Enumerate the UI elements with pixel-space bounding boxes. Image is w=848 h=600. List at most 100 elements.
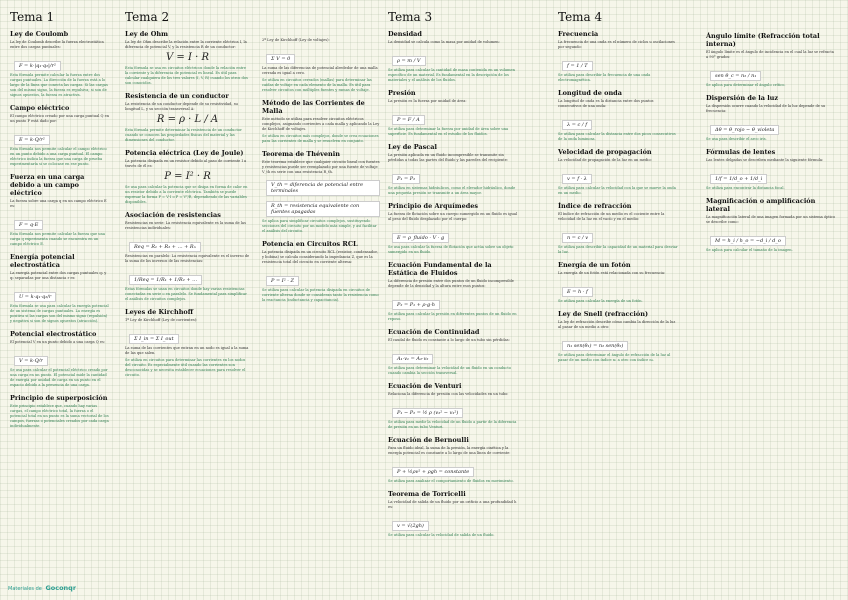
note: Se usa para calcular la potencia que se … bbox=[125, 185, 248, 204]
heading-mallas: Método de las Corrientes de Malla bbox=[262, 99, 365, 115]
text: La energía de un fotón está relacionada … bbox=[558, 271, 666, 275]
note: Se usa para calcular el potencial eléctr… bbox=[10, 368, 108, 387]
tema-2-title: Tema 2 bbox=[125, 10, 170, 24]
note: Se utiliza para calcular la energía de u… bbox=[558, 299, 643, 303]
formula: Σ V = 0 bbox=[266, 54, 296, 64]
note: Se utiliza para determinar la velocidad … bbox=[388, 366, 511, 375]
heading-energia-foton: Energía de un fotón bbox=[558, 261, 631, 269]
heading-dispersion: Dispersión de la luz bbox=[706, 94, 779, 102]
heading-venturi: Ecuación de Venturi bbox=[388, 382, 462, 390]
note: Se utiliza para calcular la cantidad de … bbox=[388, 68, 515, 82]
formula: V_th = diferencia de potencial entre ter… bbox=[266, 180, 380, 196]
heading-fuerza-campo: Fuerza en una carga debido a un campo el… bbox=[10, 173, 85, 197]
formula: Δθ = θ_rojo − θ_violeta bbox=[710, 125, 780, 135]
formula: v = √(2gh) bbox=[392, 521, 429, 531]
note: Se usa para calcular la fuerza de flotac… bbox=[388, 245, 514, 254]
note: Se utiliza para calcular la velocidad de… bbox=[388, 533, 495, 537]
formula: P = I² · R bbox=[164, 171, 211, 182]
formula: sen θ_c = n₂ / n₁ bbox=[710, 71, 762, 81]
text: El ángulo límite es el ángulo de inciden… bbox=[706, 50, 834, 59]
goconqr-logo[interactable]: Goconqr bbox=[45, 584, 76, 592]
note: Estas fórmulas se usan en circuitos dond… bbox=[125, 287, 247, 301]
formula: E = k·Q/r² bbox=[14, 135, 50, 145]
text: 1ª Ley de Kirchhoff (Ley de corrientes): bbox=[125, 318, 198, 322]
formula: R = ρ · L / A bbox=[156, 114, 219, 125]
heading-ley-snell: Ley de Snell (refracción) bbox=[558, 310, 649, 318]
note: Se utiliza para describir la capacidad d… bbox=[558, 245, 678, 254]
text: 2ª Ley de Kirchhoff (Ley de voltajes): bbox=[262, 38, 330, 42]
text: La ley de Coulomb describe la fuerza ele… bbox=[10, 40, 104, 49]
note: Se utiliza para determinar el ángulo de … bbox=[558, 353, 671, 362]
heading-potencia-joule: Potencia eléctrica (Ley de Joule) bbox=[125, 149, 244, 157]
formula: P₁ − P₂ = ½ ρ (v₂² − v₁²) bbox=[392, 408, 464, 418]
note: Esta fórmula permite determinar la resis… bbox=[125, 128, 242, 142]
heading-potencia-rcl: Potencia en Circuitos RCL bbox=[262, 240, 358, 248]
heading-bernoulli: Ecuación de Bernoulli bbox=[388, 436, 469, 444]
text: La ley de refracción describe cómo cambi… bbox=[558, 320, 676, 329]
text: La potencia disipada en un resistor debi… bbox=[125, 159, 247, 168]
note: Este principio establece que, cuando hay… bbox=[10, 404, 109, 428]
text: La resistencia de un conductor depende d… bbox=[125, 102, 238, 111]
tema-1-title: Tema 1 bbox=[10, 10, 55, 24]
text: La potencia disipada en un circuito RCL … bbox=[262, 250, 378, 264]
heading-presion: Presión bbox=[388, 89, 416, 97]
text: Resistencias en serie: La resistencia eq… bbox=[125, 221, 246, 230]
note: Se utiliza para medir la velocidad de un… bbox=[388, 420, 517, 429]
text: El campo eléctrico creado por una carga … bbox=[10, 114, 110, 123]
formula: ρ = m / V bbox=[392, 56, 426, 66]
heading-arquimedes: Principio de Arquímedes bbox=[388, 202, 479, 210]
formula: P = I² · Z bbox=[266, 276, 299, 286]
note: Esta fórmula permite calcular la fuerza … bbox=[10, 73, 108, 97]
formula: n = c / v bbox=[562, 233, 594, 243]
note: Se aplica para determinar el ángulo crít… bbox=[706, 83, 786, 87]
formula: v = f · λ bbox=[562, 174, 592, 184]
text: El potencial V en un punto debido a una … bbox=[10, 340, 106, 344]
formula: Req = R₁ + R₂ + … + Rₙ bbox=[129, 242, 201, 252]
formula: P = F / A bbox=[392, 115, 425, 125]
column-tema-3: Tema 3 Densidad La densidad se calcula c… bbox=[388, 10, 518, 541]
heading-ley-coulomb: Ley de Coulomb bbox=[10, 30, 69, 38]
note: Se utiliza en circuitos para determinar … bbox=[125, 358, 246, 377]
heading-thevenin: Teorema de Thévenin bbox=[262, 150, 340, 158]
formula: M = h_i / h_o = −d_i / d_o bbox=[710, 236, 786, 246]
note: Se aplica para calcular el tamaño de la … bbox=[706, 248, 793, 252]
text: El caudal de fluido es constante a lo la… bbox=[388, 338, 510, 342]
formula: A₁·v₁ = A₂·v₂ bbox=[392, 354, 434, 364]
footer-brand[interactable]: Materiales de Goconqr bbox=[8, 584, 76, 592]
heading-energia-potencial: Energía potencial electrostática bbox=[10, 253, 75, 269]
heading-asociacion: Asociación de resistencias bbox=[125, 211, 221, 219]
heading-lentes: Fórmulas de lentes bbox=[706, 148, 776, 156]
text: La fuerza de flotación sobre un cuerpo s… bbox=[388, 212, 518, 221]
text: La frecuencia de una onda es el número d… bbox=[558, 40, 675, 49]
text: Este teorema establece que cualquier cir… bbox=[262, 160, 380, 174]
note: Se utiliza para calcular la presión en d… bbox=[388, 312, 517, 321]
text: Este método se utiliza para resolver cir… bbox=[262, 117, 380, 131]
text: La presión aplicada en un fluido incompr… bbox=[388, 153, 509, 162]
note: Se utiliza para calcular la distancia en… bbox=[558, 132, 676, 141]
note: Se utiliza en circuitos cerrados (mallas… bbox=[262, 78, 372, 92]
text: La velocidad de salida de un fluido por … bbox=[388, 500, 517, 509]
note: Esta fórmula nos permite calcular la fue… bbox=[10, 232, 105, 246]
formula: V = k·Q/r bbox=[14, 356, 48, 366]
formula: E = ρ_fluido · V · g bbox=[392, 233, 450, 243]
formula: n₁ sen(θ₁) = n₂ sen(θ₂) bbox=[562, 341, 629, 351]
formula: 1/Req = 1/R₁ + 1/R₂ + … bbox=[129, 275, 203, 285]
heading-indice-refraccion: Índice de refracción bbox=[558, 202, 632, 210]
heading-torricelli: Teorema de Torricelli bbox=[388, 490, 466, 498]
text: Resistencias en paralelo: La resistencia… bbox=[125, 254, 250, 263]
note: Se utiliza en circuitos más complejos, d… bbox=[262, 134, 379, 143]
text: La dispersión ocurre cuando la velocidad… bbox=[706, 104, 826, 113]
heading-angulo-limite: Ángulo límite (Refracción total interna) bbox=[706, 32, 820, 48]
formula: R_th = resistencia equivalente con fuent… bbox=[266, 201, 380, 217]
text: La velocidad de propagación de la luz en… bbox=[558, 158, 652, 162]
note: Se utiliza para analizar el comportamien… bbox=[388, 479, 514, 483]
column-tema-1: Tema 1 Ley de Coulomb La ley de Coulomb … bbox=[10, 10, 110, 432]
text: La suma de las corrientes que entran en … bbox=[125, 346, 249, 355]
heading-velocidad-propagacion: Velocidad de propagación bbox=[558, 148, 652, 156]
formula: Σ I_in = Σ I_out bbox=[129, 334, 179, 344]
heading-superposicion: Principio de superposición bbox=[10, 394, 108, 402]
text: La magnificación lateral de una imagen f… bbox=[706, 215, 836, 224]
heading-longitud-onda: Longitud de onda bbox=[558, 89, 622, 97]
heading-campo-electrico: Campo eléctrico bbox=[10, 104, 70, 112]
text: La ley de Ohm describe la relación entre… bbox=[125, 40, 247, 49]
